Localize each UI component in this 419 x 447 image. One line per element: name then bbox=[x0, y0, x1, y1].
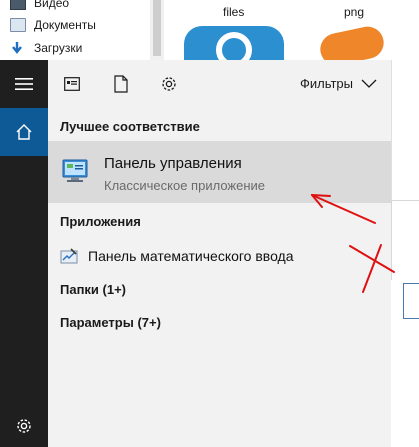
home-button[interactable] bbox=[0, 108, 48, 156]
document-icon bbox=[114, 75, 128, 93]
scrollbar-thumb[interactable] bbox=[153, 0, 161, 56]
apps-filter-button[interactable] bbox=[62, 74, 82, 94]
nav-item-downloads[interactable]: Загрузки bbox=[10, 37, 82, 59]
documents-filter-button[interactable] bbox=[111, 74, 131, 94]
app-result-math-input[interactable]: Панель математического ввода bbox=[48, 244, 391, 270]
film-icon bbox=[10, 0, 26, 10]
chevron-down-icon bbox=[361, 79, 377, 88]
nav-item-label: Видео bbox=[34, 0, 70, 10]
start-menu-rail bbox=[0, 60, 48, 447]
nav-item-videos[interactable]: Видео bbox=[10, 0, 69, 14]
file-label-png: png bbox=[344, 5, 365, 19]
control-panel-icon bbox=[62, 159, 88, 182]
download-arrow-icon bbox=[10, 41, 26, 55]
gear-icon bbox=[17, 419, 31, 433]
gear-icon bbox=[162, 77, 176, 91]
math-input-icon bbox=[60, 248, 78, 264]
settings-results-link[interactable]: Параметры (7+) bbox=[60, 315, 161, 330]
explorer-selected-box bbox=[403, 283, 419, 319]
explorer-right-strip bbox=[391, 60, 419, 200]
settings-filter-button[interactable] bbox=[159, 74, 179, 94]
explorer-side-panel bbox=[391, 200, 419, 280]
nav-item-label: Загрузки bbox=[34, 41, 83, 55]
folders-results-link[interactable]: Папки (1+) bbox=[60, 282, 126, 297]
explorer-nav-pane: Видео Документы Загрузки bbox=[0, 0, 164, 60]
nav-item-label: Документы bbox=[34, 18, 96, 32]
apps-heading: Приложения bbox=[60, 214, 141, 229]
nav-scrollbar[interactable] bbox=[150, 0, 164, 60]
filters-label: Фильтры bbox=[299, 76, 353, 91]
settings-button[interactable] bbox=[0, 405, 48, 447]
file-label-files: files bbox=[223, 5, 245, 19]
search-filter-toolbar: Фильтры bbox=[48, 60, 391, 108]
filters-dropdown[interactable]: Фильтры bbox=[300, 76, 377, 91]
best-match-name: Панель управления bbox=[104, 155, 242, 172]
best-match-type: Классическое приложение bbox=[104, 178, 266, 193]
nav-item-documents[interactable]: Документы bbox=[10, 14, 96, 36]
home-icon bbox=[16, 124, 32, 140]
search-results-panel: Фильтры Лучшее соответствие Панель управ… bbox=[48, 60, 391, 447]
hamburger-icon bbox=[15, 78, 33, 90]
expand-menu-button[interactable] bbox=[0, 60, 48, 108]
app-result-name: Панель математического ввода bbox=[88, 248, 294, 264]
best-match-result[interactable]: Панель управления Классическое приложени… bbox=[48, 141, 391, 203]
best-match-heading: Лучшее соответствие bbox=[60, 119, 200, 134]
documents-icon bbox=[10, 18, 26, 32]
apps-view-icon bbox=[64, 77, 80, 91]
